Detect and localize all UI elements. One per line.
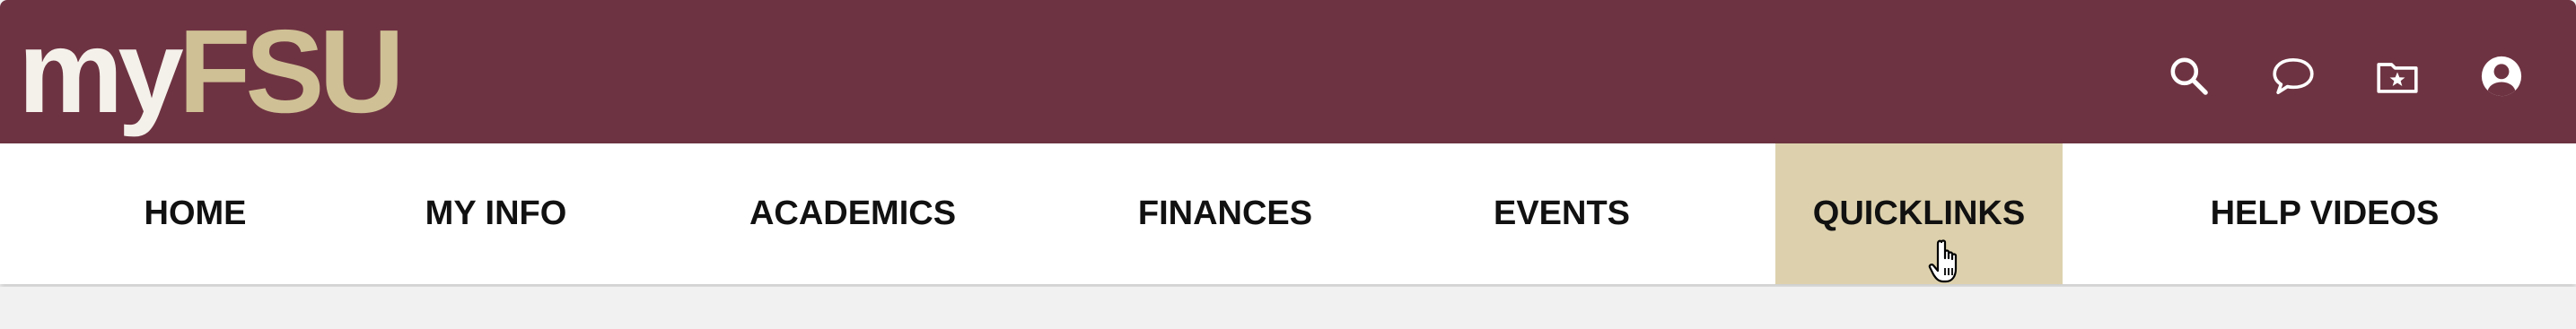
nav-quicklinks-label: QUICKLINKS [1812,195,2026,232]
header-actions [2164,45,2527,108]
favorites-folder-icon[interactable] [2372,51,2423,101]
nav-my-info-label: MY INFO [425,195,567,232]
search-icon[interactable] [2164,51,2214,101]
nav-events-label: EVENTS [1493,195,1631,232]
nav-help-videos[interactable]: HELP VIDEOS [2136,143,2513,284]
myfsu-logo[interactable]: my FSU [18,0,405,143]
nav-help-videos-label: HELP VIDEOS [2210,195,2440,232]
nav-finances-label: FINANCES [1137,195,1313,232]
nav-quicklinks[interactable]: QUICKLINKS [1775,143,2063,284]
account-icon[interactable] [2476,51,2527,101]
logo-fsu: FSU [178,5,405,137]
site-header: my FSU [0,0,2576,143]
nav-academics-label: ACADEMICS [749,195,957,232]
nav-my-info[interactable]: MY INFO [377,143,615,284]
nav-events[interactable]: EVENTS [1445,143,1678,284]
nav-home[interactable]: HOME [54,143,337,284]
nav-academics[interactable]: ACADEMICS [700,143,1005,284]
chat-icon[interactable] [2268,51,2318,101]
logo-my: my [18,5,184,137]
main-navigation: HOME MY INFO ACADEMICS FINANCES EVENTS Q… [0,143,2576,284]
browser-window: my FSU HOME MY INFO ACADEMICS FINANCES E… [0,0,2576,329]
nav-finances[interactable]: FINANCES [1086,143,1364,284]
nav-home-label: HOME [144,195,247,232]
page-content-area [0,287,2576,329]
